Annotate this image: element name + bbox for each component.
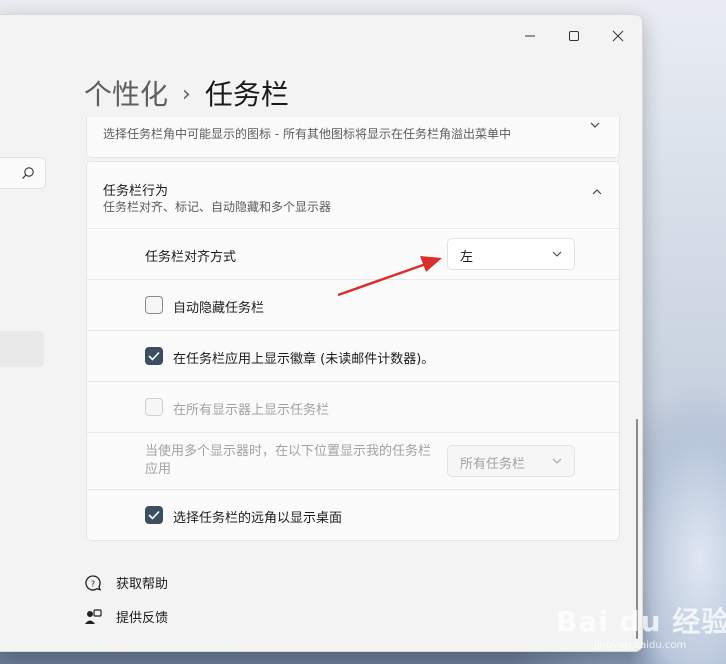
watermark-logo: Bai du 经验 bbox=[556, 605, 726, 638]
watermark-url: jingyan.baidu.com bbox=[594, 640, 687, 651]
annotation-arrow bbox=[337, 256, 442, 297]
